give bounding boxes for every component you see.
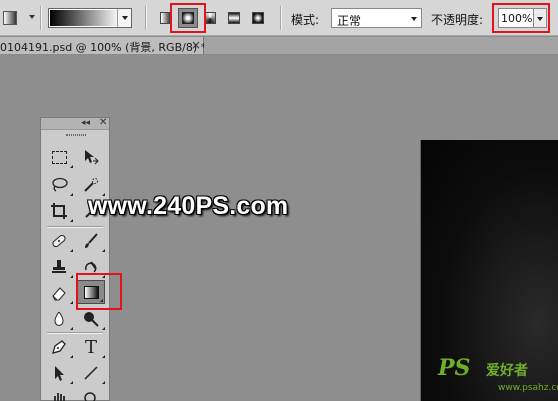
diamond-gradient-button[interactable] (248, 8, 268, 28)
gradient-tool-icon (3, 11, 17, 25)
clone-stamp-tool[interactable] (48, 256, 73, 278)
crop-tool[interactable] (48, 200, 73, 222)
mode-label: 模式: (291, 13, 320, 27)
gradient-picker[interactable] (48, 8, 132, 28)
panel-grip[interactable] (66, 134, 86, 136)
brush-icon (85, 233, 98, 248)
close-icon[interactable]: ✕ (99, 117, 107, 128)
reflected-gradient-button[interactable] (224, 8, 244, 28)
mode-value: 正常 (337, 14, 362, 28)
lasso-tool[interactable] (48, 174, 73, 196)
pen-tool[interactable] (48, 336, 73, 358)
zoom-tool[interactable] (80, 388, 102, 401)
line-tool[interactable] (80, 362, 105, 384)
healing-brush-tool[interactable] (48, 230, 73, 252)
move-icon (85, 150, 99, 165)
corner-arrow-icon (102, 381, 105, 384)
divider (280, 6, 281, 30)
collapse-icon[interactable]: ◂◂ (81, 118, 90, 128)
corner-arrow-icon (102, 355, 105, 358)
drop-icon (54, 311, 64, 326)
opacity-input[interactable]: 100% (498, 8, 534, 28)
type-icon: T (84, 336, 97, 358)
line-icon (84, 366, 98, 380)
corner-arrow-icon (70, 193, 73, 196)
document-tab[interactable]: 0104191.psd @ 100% (背景, RGB/8) * × (0, 37, 207, 55)
corner-arrow-icon (70, 249, 73, 252)
highlight-box (76, 273, 122, 310)
corner-arrow-icon (70, 275, 73, 278)
divider (40, 6, 41, 30)
hand-icon (54, 393, 65, 401)
blur-tool[interactable] (48, 308, 73, 330)
dodge-icon (84, 312, 99, 327)
divider (47, 332, 103, 333)
corner-arrow-icon (70, 301, 73, 304)
lasso-icon (52, 177, 68, 192)
gradient-swatch[interactable] (50, 10, 117, 26)
pen-icon (52, 340, 66, 354)
site-logo: PS (438, 355, 471, 381)
brush-tool[interactable] (80, 230, 105, 252)
stamp-icon (52, 260, 66, 273)
tools-panel: ◂◂ ✕ T (40, 117, 110, 401)
corner-arrow-icon (70, 355, 73, 358)
mode-select[interactable]: 正常 (331, 8, 422, 28)
dodge-tool[interactable] (80, 308, 105, 330)
gradient-dropdown-button[interactable] (117, 9, 131, 27)
eraser-icon (52, 287, 66, 301)
hand-tool[interactable] (48, 388, 70, 401)
corner-arrow-icon (70, 327, 73, 330)
corner-arrow-icon (70, 381, 73, 384)
corner-arrow-icon (70, 165, 73, 168)
site-logo-text: 爱好者 (486, 363, 528, 379)
move-tool[interactable] (80, 146, 102, 168)
chevron-down-icon (411, 17, 417, 21)
chevron-down-icon[interactable] (29, 15, 35, 19)
arrow-cursor-icon (55, 366, 64, 381)
panel-header[interactable]: ◂◂ ✕ (41, 117, 109, 130)
highlight-box (170, 3, 206, 33)
crop-icon (51, 203, 67, 219)
diamond-gradient-icon (252, 12, 264, 24)
zoom-icon (84, 392, 96, 401)
options-bar: 模式: 正常 不透明度: 100% (0, 0, 558, 36)
site-logo-url: www.psahz.com (498, 383, 558, 393)
rectangular-marquee-tool[interactable] (48, 146, 73, 168)
type-tool[interactable]: T (80, 336, 105, 358)
watermark-text: www.240PS.com (88, 192, 289, 220)
opacity-label: 不透明度: (431, 13, 484, 27)
document-tab-label: 0104191.psd @ 100% (背景, RGB/8) * (0, 41, 207, 54)
divider (47, 226, 103, 227)
path-selection-tool[interactable] (48, 362, 73, 384)
eraser-tool[interactable] (48, 282, 73, 304)
corner-arrow-icon (102, 249, 105, 252)
corner-arrow-icon (70, 219, 73, 222)
opacity-slider-button[interactable] (534, 8, 547, 28)
close-icon[interactable]: × (191, 38, 201, 52)
divider (145, 6, 146, 30)
bandage-icon (52, 234, 66, 248)
tab-strip (204, 37, 558, 55)
reflected-gradient-icon (228, 12, 240, 24)
tool-preset-picker[interactable] (2, 9, 20, 27)
corner-arrow-icon (102, 327, 105, 330)
